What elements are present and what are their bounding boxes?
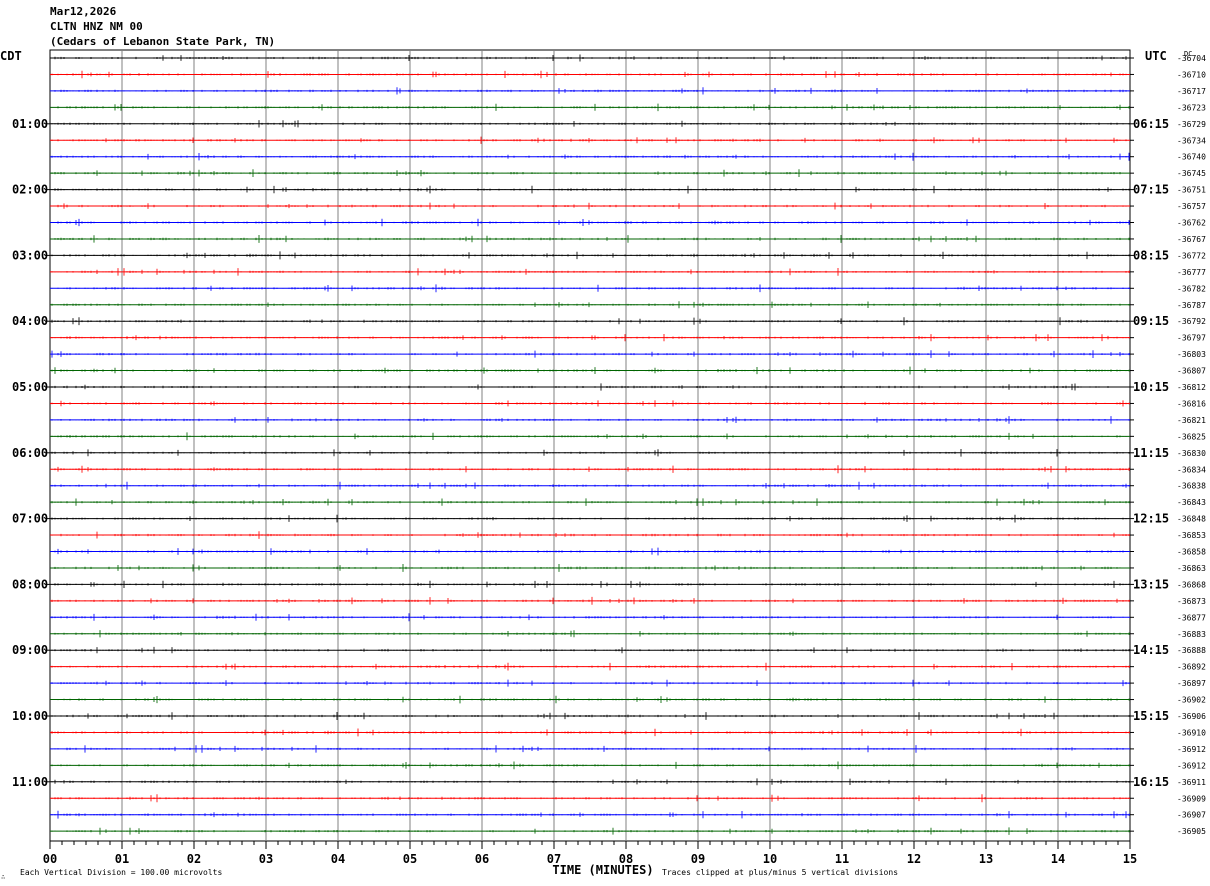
cdt-hour-label: 04:00: [12, 314, 48, 328]
cdt-hour-label: 06:00: [12, 446, 48, 460]
dc-offset-label: -36797: [1177, 334, 1206, 343]
dc-offset-label: -36848: [1177, 515, 1206, 524]
left-timezone-label: CDT: [0, 49, 22, 63]
x-tick-label: 01: [115, 852, 129, 866]
x-tick-label: 05: [403, 852, 417, 866]
dc-offset-label: -36910: [1177, 728, 1206, 737]
x-tick-label: 15: [1123, 852, 1137, 866]
dc-offset-label: -36897: [1177, 679, 1206, 688]
dc-offset-label: -36883: [1177, 630, 1206, 639]
utc-hour-label: 16:15: [1133, 775, 1169, 789]
utc-hour-label: 13:15: [1133, 577, 1169, 591]
dc-offset-label: -36710: [1177, 70, 1206, 79]
dc-offset-label: -36812: [1177, 383, 1206, 392]
dc-offset-label: -36834: [1177, 465, 1206, 474]
dc-offset-label: -36825: [1177, 432, 1206, 441]
dc-offset-label: -36734: [1177, 136, 1206, 145]
dc-offset-label: -36729: [1177, 120, 1206, 129]
utc-hour-label: 11:15: [1133, 446, 1169, 460]
x-tick-label: 00: [43, 852, 57, 866]
dc-offset-label: -36902: [1177, 696, 1206, 705]
utc-hour-label: 07:15: [1133, 183, 1169, 197]
dc-offset-label: -36777: [1177, 268, 1206, 277]
dc-offset-label: -36911: [1177, 778, 1206, 787]
dc-offset-label: -36858: [1177, 548, 1206, 557]
dc-offset-label: -36838: [1177, 482, 1206, 491]
dc-offset-label: -36830: [1177, 449, 1206, 458]
utc-hour-label: 12:15: [1133, 512, 1169, 526]
dc-offset-label: -36717: [1177, 87, 1206, 96]
dc-offset-label: -36853: [1177, 531, 1206, 540]
dc-offset-label: -36909: [1177, 794, 1206, 803]
dc-label: DC: [1184, 50, 1192, 58]
x-tick-label: 13: [979, 852, 993, 866]
cdt-hour-label: 07:00: [12, 512, 48, 526]
dc-offset-label: -36907: [1177, 811, 1206, 820]
x-tick-label: 03: [259, 852, 273, 866]
utc-hour-label: 15:15: [1133, 709, 1169, 723]
dc-offset-label: -36816: [1177, 399, 1206, 408]
plot-frame: [49, 49, 1131, 842]
dc-offset-label: -36807: [1177, 367, 1206, 376]
utc-hour-label: 10:15: [1133, 380, 1169, 394]
x-tick-label: 10: [763, 852, 777, 866]
x-tick-label: 09: [691, 852, 705, 866]
x-axis-title: TIME (MINUTES): [552, 863, 653, 877]
x-tick-label: 12: [907, 852, 921, 866]
cdt-hour-label: 01:00: [12, 117, 48, 131]
clip-note: Traces clipped at plus/minus 5 vertical …: [662, 868, 898, 877]
utc-hour-label: 06:15: [1133, 117, 1169, 131]
cdt-hour-label: 09:00: [12, 643, 48, 657]
dc-offset-label: -36751: [1177, 186, 1206, 195]
dc-offset-label: -36782: [1177, 284, 1206, 293]
cdt-hour-label: 10:00: [12, 709, 48, 723]
cdt-hour-label: 05:00: [12, 380, 48, 394]
dc-offset-label: -36767: [1177, 235, 1206, 244]
dc-offset-label: -36912: [1177, 761, 1206, 770]
utc-hour-label: 08:15: [1133, 248, 1169, 262]
seismogram-plot: -36704-36710-36717-36723-36729-36734-367…: [0, 49, 1206, 881]
dc-offset-label: -36740: [1177, 153, 1206, 162]
dc-offset-label: -36787: [1177, 301, 1206, 310]
cdt-hour-label: 11:00: [12, 775, 48, 789]
dc-offset-label: -36863: [1177, 564, 1206, 573]
utc-hour-label: 14:15: [1133, 643, 1169, 657]
vertical-division-note: Each Vertical Division = 100.00 microvol…: [20, 868, 222, 877]
dc-offset-label: -36868: [1177, 580, 1206, 589]
dc-offset-label: -36892: [1177, 663, 1206, 672]
dc-offset-label: -36762: [1177, 219, 1206, 228]
dc-offset-label: -36821: [1177, 416, 1206, 425]
x-tick-label: 02: [187, 852, 201, 866]
dc-offset-label: -36723: [1177, 103, 1206, 112]
dc-offset-label: -36757: [1177, 202, 1206, 211]
x-tick-label: 04: [331, 852, 345, 866]
cdt-hour-label: 02:00: [12, 183, 48, 197]
x-tick-label: 06: [475, 852, 489, 866]
dc-offset-label: -36912: [1177, 745, 1206, 754]
x-tick-label: 14: [1051, 852, 1065, 866]
utc-hour-label: 09:15: [1133, 314, 1169, 328]
x-tick-label: 11: [835, 852, 849, 866]
dc-offset-label: -36772: [1177, 251, 1206, 260]
cdt-hour-label: 03:00: [12, 248, 48, 262]
dc-offset-label: -36843: [1177, 498, 1206, 507]
dc-offset-label: -36792: [1177, 317, 1206, 326]
corner-mark: ∴: [1, 873, 5, 881]
cdt-hour-label: 08:00: [12, 577, 48, 591]
dc-offset-label: -36888: [1177, 646, 1206, 655]
dc-offset-label: -36873: [1177, 597, 1206, 606]
dc-offset-label: -36745: [1177, 169, 1206, 178]
dc-offset-label: -36906: [1177, 712, 1206, 721]
dc-offset-label: -36803: [1177, 350, 1206, 359]
dc-offset-label: -36877: [1177, 613, 1206, 622]
dc-offset-label: -36905: [1177, 827, 1206, 836]
right-timezone-label: UTC: [1145, 49, 1167, 63]
